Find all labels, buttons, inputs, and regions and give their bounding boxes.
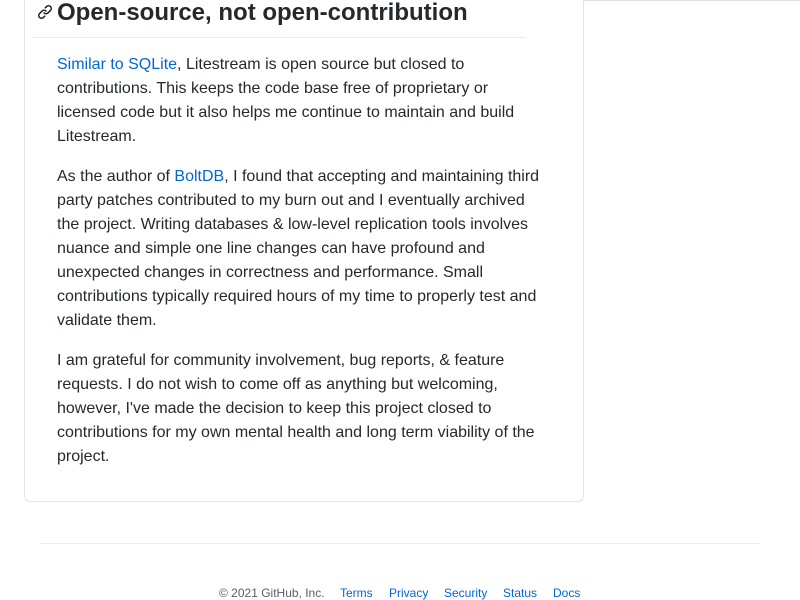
paragraph-text: , I found that accepting and maintaining… (57, 168, 540, 329)
section-heading: Open-source, not open-contribution (57, 0, 468, 26)
footer-link-privacy[interactable]: Privacy (389, 585, 428, 600)
sqlite-link[interactable]: Similar to SQLite (57, 56, 177, 73)
copyright-text: © 2021 GitHub, Inc. (219, 586, 325, 600)
footer-link-security[interactable]: Security (444, 585, 487, 600)
site-footer: © 2021 GitHub, Inc. Terms Privacy Securi… (0, 585, 800, 600)
footer-link-status[interactable]: Status (503, 585, 537, 600)
link-icon[interactable] (37, 4, 53, 20)
paragraph-gratitude: I am grateful for community involvement,… (57, 352, 535, 465)
footer-link-terms[interactable]: Terms (340, 585, 373, 600)
header-divider (584, 0, 800, 1)
paragraph-boltdb: As the author of BoltDB, I found that ac… (57, 165, 551, 333)
footer-divider (40, 543, 760, 544)
boltdb-link[interactable]: BoltDB (174, 168, 224, 185)
paragraph-text: As the author of (57, 168, 175, 185)
footer-link-docs[interactable]: Docs (553, 585, 580, 600)
paragraph-contributions: Similar to SQLite, Litestream is open so… (57, 53, 551, 149)
